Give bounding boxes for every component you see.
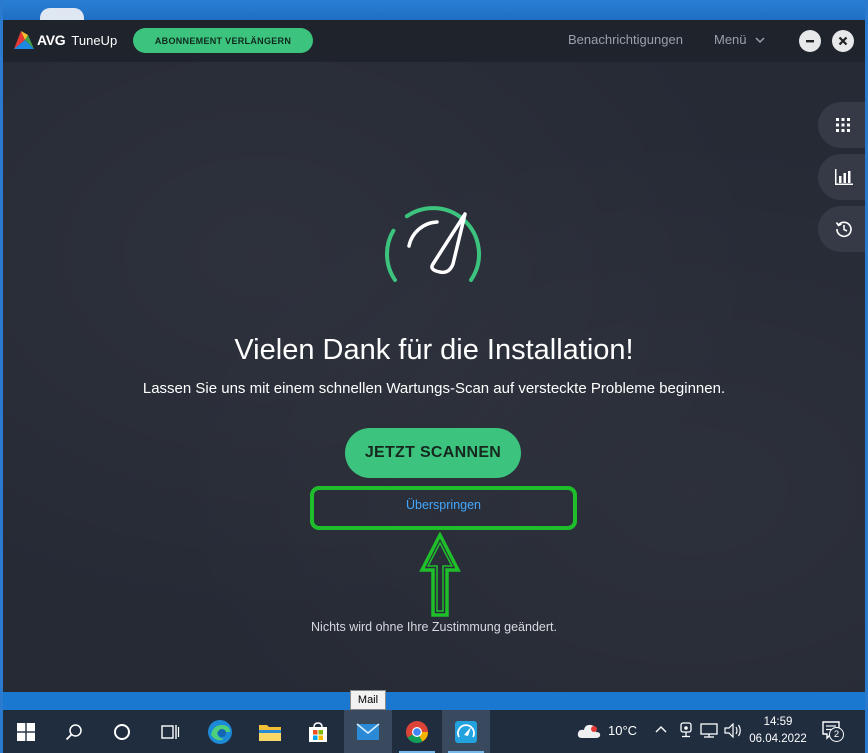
search-icon xyxy=(65,723,82,740)
page-title: Vielen Dank für die Installation! xyxy=(234,334,634,366)
store-button[interactable] xyxy=(294,710,342,753)
menu-label: Menü xyxy=(714,32,747,47)
file-explorer-icon xyxy=(259,724,281,741)
task-view-icon xyxy=(161,724,180,739)
taskbar: 10°C 14:59 06.04.2022 2 xyxy=(0,710,868,753)
speedometer-icon xyxy=(385,206,481,282)
app-name: TuneUp xyxy=(71,32,118,48)
avg-logo: AVG TuneUp xyxy=(14,31,117,49)
taskbar-tooltip: Mail xyxy=(350,690,386,710)
avg-logo-icon xyxy=(14,31,34,49)
mail-icon xyxy=(356,722,380,740)
taskbar-clock[interactable]: 14:59 06.04.2022 xyxy=(748,714,808,748)
clock-time: 14:59 xyxy=(763,716,793,728)
brand-label: AVG xyxy=(37,32,66,48)
weather-cloud-icon xyxy=(577,724,601,738)
store-icon xyxy=(309,721,327,742)
close-button[interactable] xyxy=(832,30,854,52)
notifications-link[interactable]: Benachrichtigungen xyxy=(568,32,683,47)
cortana-button[interactable] xyxy=(98,710,146,753)
side-stats-button[interactable] xyxy=(818,154,865,200)
chevron-up-icon[interactable] xyxy=(655,725,667,733)
mail-button[interactable] xyxy=(344,710,392,753)
skip-link[interactable]: Überspringen xyxy=(310,498,577,512)
clock-date: 06.04.2022 xyxy=(749,733,807,745)
apps-grid-icon xyxy=(836,118,850,132)
cortana-icon xyxy=(114,723,130,740)
edge-icon xyxy=(208,719,232,744)
search-button[interactable] xyxy=(50,710,98,753)
up-arrow-annotation-icon xyxy=(419,532,461,617)
file-explorer-button[interactable] xyxy=(246,710,294,753)
close-icon xyxy=(838,36,848,46)
windows-start-button[interactable] xyxy=(2,710,50,753)
task-view-button[interactable] xyxy=(146,710,194,753)
scan-now-button[interactable]: JETZT SCANNEN xyxy=(345,428,521,478)
menu-dropdown[interactable]: Menü xyxy=(714,32,765,47)
avg-tuneup-taskbar-button[interactable] xyxy=(442,710,490,753)
avg-tuneup-window: AVG TuneUp ABONNEMENT VERLÄNGERN Benachr… xyxy=(3,20,865,692)
desktop-background-strip xyxy=(0,692,868,710)
page-subtitle: Lassen Sie uns mit einem schnellen Wartu… xyxy=(142,380,726,397)
consent-note: Nichts wird ohne Ihre Zustimmung geänder… xyxy=(311,620,557,634)
renew-subscription-button[interactable]: ABONNEMENT VERLÄNGERN xyxy=(133,28,313,53)
title-bar: AVG TuneUp ABONNEMENT VERLÄNGERN Benachr… xyxy=(3,20,865,62)
side-history-button[interactable] xyxy=(818,206,865,252)
chevron-down-icon xyxy=(755,36,765,43)
network-icon[interactable] xyxy=(700,723,718,738)
avg-tuneup-icon xyxy=(455,720,477,743)
bar-chart-icon xyxy=(835,169,853,185)
chrome-icon xyxy=(406,720,428,743)
desktop-background xyxy=(0,0,868,22)
notification-count-badge: 2 xyxy=(829,727,844,742)
history-icon xyxy=(835,221,852,238)
minimize-button[interactable] xyxy=(799,30,821,52)
minimize-icon xyxy=(806,40,814,43)
speaker-icon[interactable] xyxy=(724,723,742,738)
side-apps-button[interactable] xyxy=(818,102,865,148)
chrome-button[interactable] xyxy=(393,710,441,753)
weather-temperature[interactable]: 10°C xyxy=(608,723,637,738)
windows-start-icon xyxy=(17,722,35,741)
edge-button[interactable] xyxy=(196,710,244,753)
meet-now-icon[interactable] xyxy=(679,722,693,738)
